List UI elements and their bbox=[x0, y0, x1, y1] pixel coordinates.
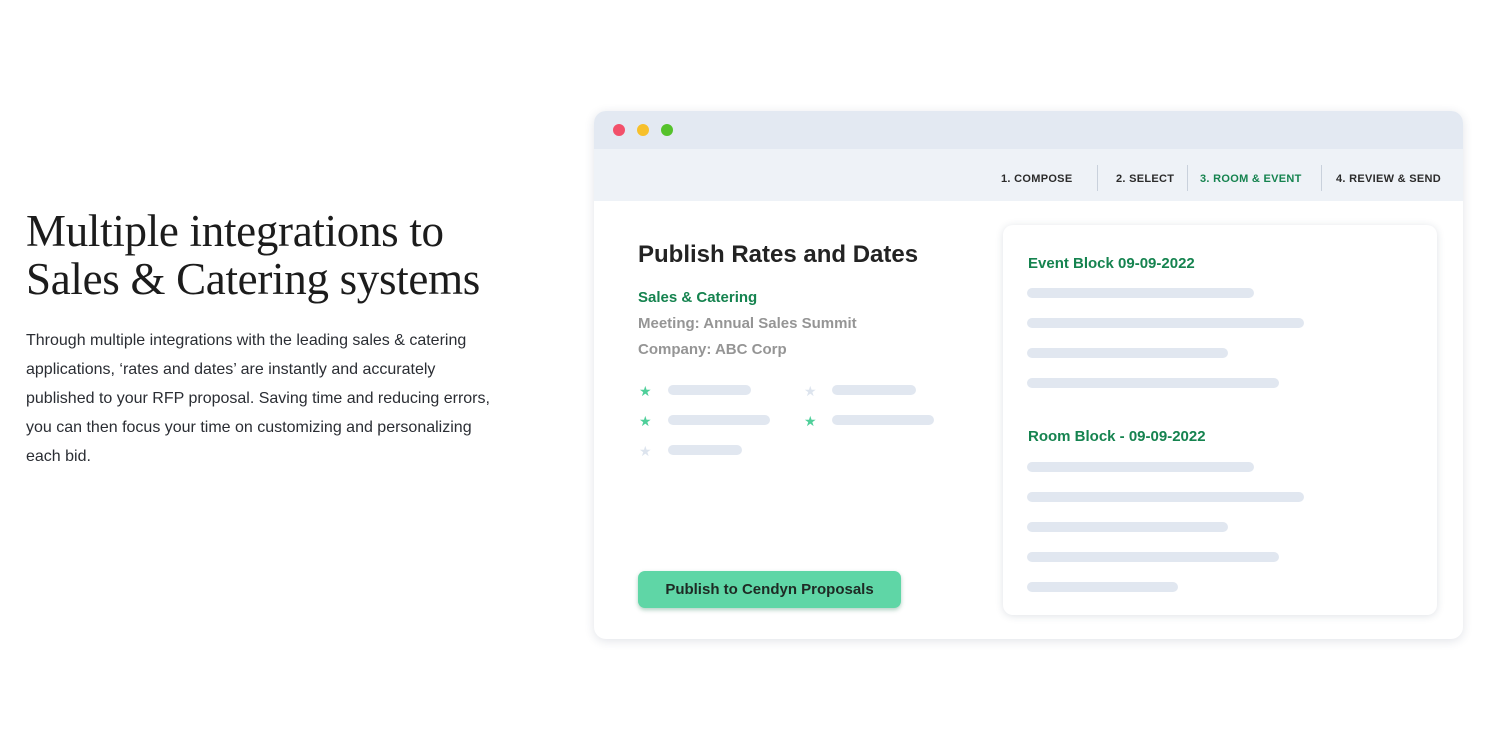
publish-to-cendyn-button[interactable]: Publish to Cendyn Proposals bbox=[638, 571, 901, 608]
star-empty-icon: ★ bbox=[639, 443, 652, 459]
step-divider bbox=[1097, 165, 1098, 191]
body-line: you can then focus your time on customiz… bbox=[26, 419, 472, 436]
wizard-steps: 1. COMPOSE 2. SELECT 3. ROOM & EVENT 4. … bbox=[594, 149, 1463, 201]
step-select[interactable]: 2. SELECT bbox=[1116, 149, 1174, 201]
skeleton-bar bbox=[1027, 348, 1228, 358]
star-filled-icon: ★ bbox=[804, 413, 817, 429]
page: Multiple integrations to Sales & Caterin… bbox=[0, 0, 1500, 750]
meeting-info: Meeting: Annual Sales Summit bbox=[638, 315, 857, 332]
skeleton-bar bbox=[1027, 462, 1254, 472]
window-titlebar bbox=[594, 111, 1463, 149]
body-line: Through multiple integrations with the l… bbox=[26, 332, 467, 349]
headline-line: Multiple integrations to bbox=[26, 206, 444, 256]
star-filled-icon: ★ bbox=[639, 383, 652, 399]
skeleton-bar bbox=[1027, 378, 1279, 388]
room-block-title: Room Block - 09-09-2022 bbox=[1028, 428, 1206, 445]
skeleton-bar bbox=[1027, 522, 1228, 532]
skeleton-bar bbox=[1027, 318, 1304, 328]
skeleton-bar bbox=[1027, 552, 1279, 562]
maximize-window-icon[interactable] bbox=[661, 124, 673, 136]
minimize-window-icon[interactable] bbox=[637, 124, 649, 136]
star-empty-icon: ★ bbox=[804, 383, 817, 399]
skeleton-bar bbox=[1027, 582, 1178, 592]
close-window-icon[interactable] bbox=[613, 124, 625, 136]
skeleton-bar bbox=[668, 445, 742, 455]
body-copy: Through multiple integrations with the l… bbox=[26, 326, 546, 471]
headline-line: Sales & Catering systems bbox=[26, 254, 481, 304]
skeleton-bar bbox=[668, 415, 770, 425]
step-review-and-send[interactable]: 4. REVIEW & SEND bbox=[1336, 149, 1441, 201]
blocks-card: Event Block 09-09-2022 Room Block - 09-0… bbox=[1003, 225, 1437, 615]
body-line: published to your RFP proposal. Saving t… bbox=[26, 390, 490, 407]
headline: Multiple integrations to Sales & Caterin… bbox=[26, 207, 566, 303]
step-divider bbox=[1321, 165, 1322, 191]
publish-subtitle: Sales & Catering bbox=[638, 289, 758, 306]
body-line: applications, ‘rates and dates’ are inst… bbox=[26, 361, 436, 378]
app-window-mockup: 1. COMPOSE 2. SELECT 3. ROOM & EVENT 4. … bbox=[594, 111, 1463, 639]
skeleton-bar bbox=[832, 415, 934, 425]
step-compose[interactable]: 1. COMPOSE bbox=[1001, 149, 1072, 201]
publish-title: Publish Rates and Dates bbox=[638, 241, 919, 268]
skeleton-bar bbox=[1027, 492, 1304, 502]
company-info: Company: ABC Corp bbox=[638, 341, 787, 358]
skeleton-bar bbox=[668, 385, 751, 395]
skeleton-bar bbox=[1027, 288, 1254, 298]
body-line: each bid. bbox=[26, 448, 91, 465]
skeleton-bar bbox=[832, 385, 916, 395]
step-divider bbox=[1187, 165, 1188, 191]
event-block-title: Event Block 09-09-2022 bbox=[1028, 255, 1195, 272]
star-filled-icon: ★ bbox=[639, 413, 652, 429]
step-room-and-event[interactable]: 3. ROOM & EVENT bbox=[1200, 149, 1302, 201]
